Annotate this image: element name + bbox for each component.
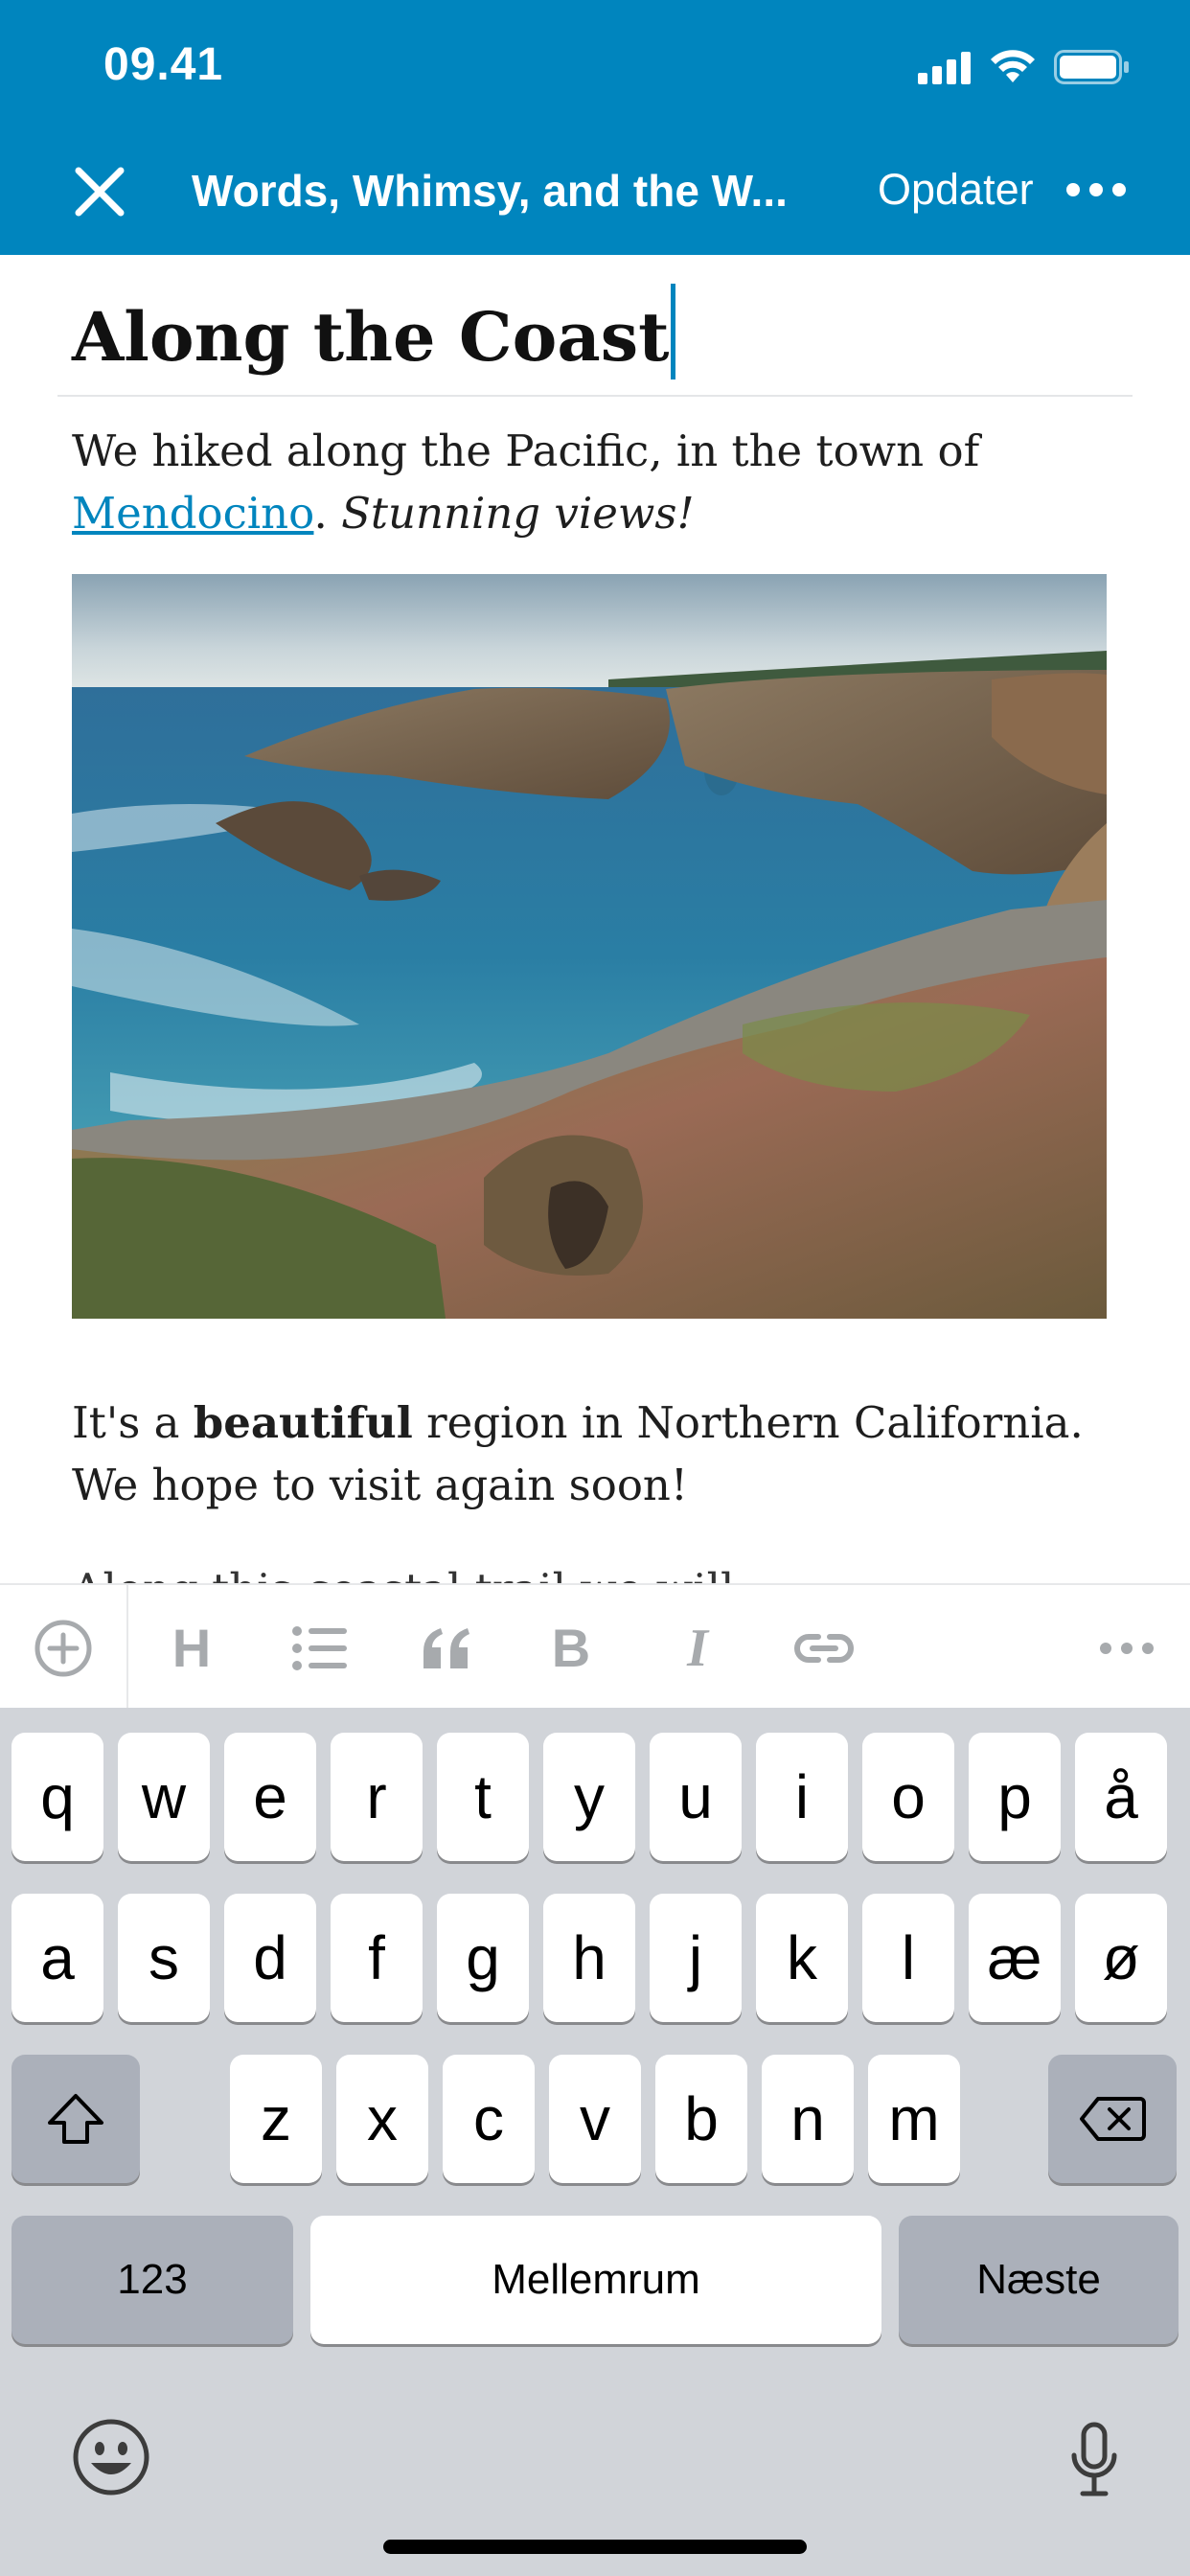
key-å[interactable]: å xyxy=(1075,1733,1167,1861)
paragraph-block[interactable]: We hiked along the Pacific, in the town … xyxy=(72,420,1145,544)
shift-key[interactable] xyxy=(11,2055,140,2183)
add-block-icon xyxy=(34,1620,92,1677)
key-r[interactable]: r xyxy=(331,1733,423,1861)
microphone-icon[interactable] xyxy=(1069,2421,1119,2497)
more-options-icon[interactable] xyxy=(1065,172,1127,207)
bold-text: beautiful xyxy=(193,1397,413,1448)
key-h[interactable]: h xyxy=(543,1894,635,2022)
add-block-button[interactable] xyxy=(27,1612,100,1685)
key-p[interactable]: p xyxy=(969,1733,1061,1861)
key-b[interactable]: b xyxy=(655,2055,747,2183)
key-g[interactable]: g xyxy=(437,1894,529,2022)
onscreen-keyboard: qwertyuiopå asdfghjklæø zxcvbnm 123 Mell… xyxy=(0,1708,1190,2576)
key-m[interactable]: m xyxy=(868,2055,960,2183)
mendocino-link[interactable]: Mendocino xyxy=(72,488,313,539)
toolbar-divider xyxy=(126,1585,128,1710)
heading-icon: H xyxy=(172,1618,212,1678)
italic-button[interactable]: I xyxy=(661,1612,734,1685)
document-title: Words, Whimsy, and the W... xyxy=(192,166,788,216)
numbers-key[interactable]: 123 xyxy=(11,2216,293,2344)
italic-text: Stunning views! xyxy=(341,488,695,539)
update-button[interactable]: Opdater xyxy=(878,165,1034,215)
bold-icon: B xyxy=(551,1618,591,1678)
format-toolbar: H B I xyxy=(0,1583,1190,1710)
post-title-field[interactable]: Along the Coast xyxy=(72,284,676,380)
key-d[interactable]: d xyxy=(224,1894,316,2022)
shift-icon xyxy=(48,2094,103,2144)
list-button[interactable] xyxy=(284,1612,356,1685)
link-button[interactable] xyxy=(788,1612,860,1685)
emoji-icon[interactable] xyxy=(71,2417,151,2497)
key-l[interactable]: l xyxy=(862,1894,954,2022)
key-e[interactable]: e xyxy=(224,1733,316,1861)
key-ø[interactable]: ø xyxy=(1075,1894,1167,2022)
post-title-text: Along the Coast xyxy=(72,297,670,377)
key-w[interactable]: w xyxy=(118,1733,210,1861)
paragraph-text: It's a xyxy=(72,1397,194,1448)
key-n[interactable]: n xyxy=(762,2055,854,2183)
paragraph-block[interactable]: Along this coastal trail we will... xyxy=(72,1558,1145,1583)
return-key[interactable]: Næste xyxy=(899,2216,1179,2344)
key-o[interactable]: o xyxy=(862,1733,954,1861)
key-c[interactable]: c xyxy=(443,2055,535,2183)
paragraph-block[interactable]: It's a beautiful region in Northern Cali… xyxy=(72,1392,1145,1516)
paragraph-text: . xyxy=(313,488,342,539)
home-indicator xyxy=(383,2540,807,2554)
italic-icon: I xyxy=(687,1619,708,1678)
close-icon[interactable] xyxy=(69,161,130,222)
key-k[interactable]: k xyxy=(756,1894,848,2022)
coast-photo[interactable] xyxy=(72,574,1107,1319)
more-icon xyxy=(1100,1643,1154,1654)
bold-button[interactable]: B xyxy=(535,1612,607,1685)
key-v[interactable]: v xyxy=(549,2055,641,2183)
key-s[interactable]: s xyxy=(118,1894,210,2022)
key-j[interactable]: j xyxy=(650,1894,742,2022)
list-icon xyxy=(292,1626,347,1670)
key-x[interactable]: x xyxy=(336,2055,428,2183)
paragraph-text: We hiked along the Pacific, in the town … xyxy=(72,426,980,476)
key-t[interactable]: t xyxy=(437,1733,529,1861)
quote-icon xyxy=(423,1628,469,1668)
key-f[interactable]: f xyxy=(331,1894,423,2022)
status-icons xyxy=(918,46,1131,84)
quote-button[interactable] xyxy=(410,1612,483,1685)
cellular-signal-icon xyxy=(918,52,971,84)
text-cursor xyxy=(671,284,676,380)
key-i[interactable]: i xyxy=(756,1733,848,1861)
key-y[interactable]: y xyxy=(543,1733,635,1861)
app-header: 09.41 Words, Whimsy, and the W... Opdate… xyxy=(0,0,1190,255)
more-formatting-button[interactable] xyxy=(1090,1612,1163,1685)
post-editor[interactable]: Along the Coast We hiked along the Pacif… xyxy=(0,255,1190,1583)
wifi-icon xyxy=(991,50,1035,82)
key-æ[interactable]: æ xyxy=(969,1894,1061,2022)
space-key[interactable]: Mellemrum xyxy=(310,2216,881,2344)
key-q[interactable]: q xyxy=(11,1733,103,1861)
battery-icon xyxy=(1054,50,1129,84)
key-a[interactable]: a xyxy=(11,1894,103,2022)
backspace-icon xyxy=(1080,2097,1146,2141)
nav-bar: Words, Whimsy, and the W... Opdater xyxy=(0,153,1190,226)
heading-button[interactable]: H xyxy=(155,1612,228,1685)
key-z[interactable]: z xyxy=(230,2055,322,2183)
key-u[interactable]: u xyxy=(650,1733,742,1861)
title-divider xyxy=(57,395,1133,397)
delete-key[interactable] xyxy=(1048,2055,1177,2183)
status-time: 09.41 xyxy=(103,39,224,90)
link-icon xyxy=(794,1634,854,1663)
